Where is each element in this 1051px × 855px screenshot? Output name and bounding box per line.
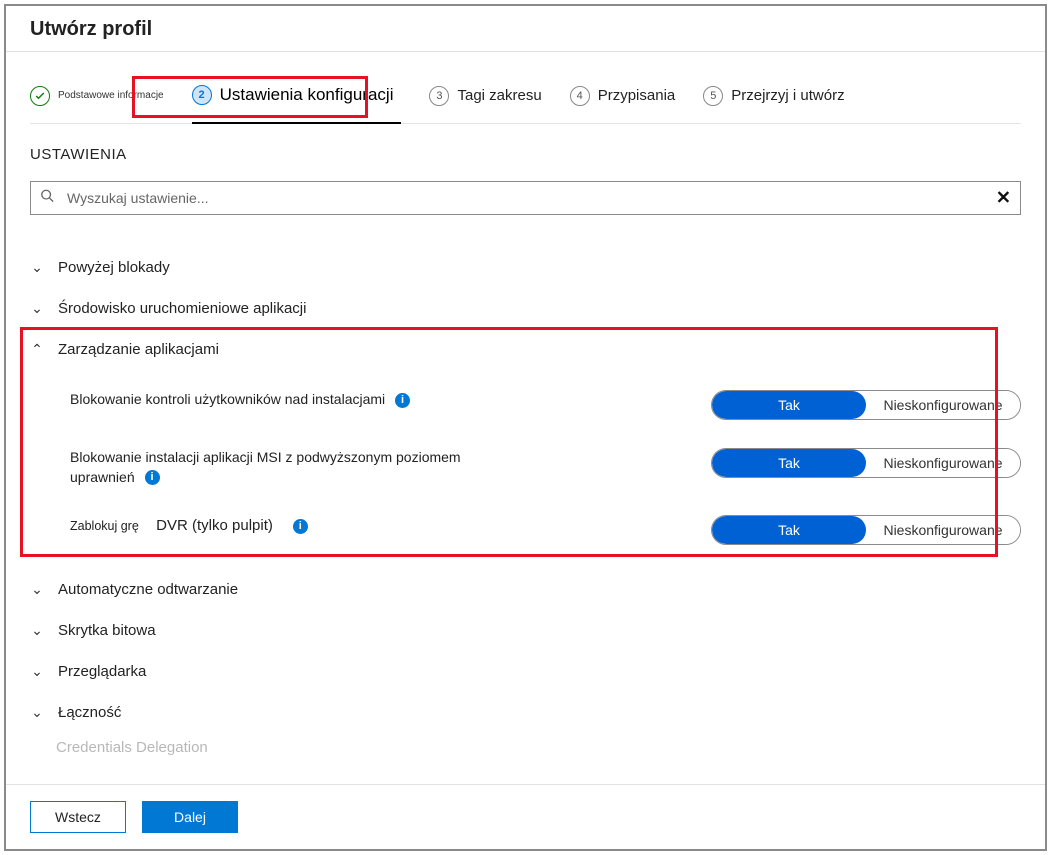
- setting-row-msi-elevated: Blokowanie instalacji aplikacji MSI z po…: [70, 434, 1021, 501]
- step-label: Ustawienia konfiguracji: [220, 85, 394, 105]
- step-number-icon: 4: [570, 86, 590, 106]
- setting-label: Blokowanie instalacji aplikacji MSI z po…: [70, 448, 500, 487]
- next-button[interactable]: Dalej: [142, 801, 238, 833]
- group-app-mgmt-block: ⌃ Zarządzanie aplikacjami Blokowanie kon…: [30, 329, 1021, 569]
- toggle-yes[interactable]: Tak: [712, 449, 866, 477]
- group-label: Łączność: [58, 704, 121, 721]
- setting-text: Blokowanie kontroli użytkowników nad ins…: [70, 391, 385, 407]
- step-review[interactable]: 5 Przejrzyj i utwórz: [703, 86, 844, 106]
- step-label: Przypisania: [598, 87, 676, 104]
- setting-text: DVR (tylko pulpit): [156, 517, 273, 534]
- group-app-runtime[interactable]: ⌄ Środowisko uruchomieniowe aplikacji: [30, 288, 1021, 329]
- group-credentials-delegation[interactable]: Credentials Delegation: [30, 733, 1021, 756]
- info-icon[interactable]: i: [145, 470, 160, 485]
- step-scope-tags[interactable]: 3 Tagi zakresu: [429, 86, 541, 106]
- group-label: Skrytka bitowa: [58, 622, 156, 639]
- search-wrap: ✕: [30, 181, 1021, 215]
- wizard-footer: Wstecz Dalej: [6, 784, 1045, 849]
- setting-text: Zablokuj grę: [70, 519, 139, 533]
- check-icon: [30, 86, 50, 106]
- toggle-not-configured[interactable]: Nieskonfigurowane: [866, 449, 1020, 477]
- create-profile-window: Utwórz profil Podstawowe informacje 2 Us…: [4, 4, 1047, 851]
- group-label: Powyżej blokady: [58, 259, 170, 276]
- step-label: Przejrzyj i utwórz: [731, 87, 844, 104]
- toggle-game-dvr: Tak Nieskonfigurowane: [711, 515, 1021, 545]
- settings-accordion: ⌄ Powyżej blokady ⌄ Środowisko uruchomie…: [30, 247, 1021, 756]
- search-input[interactable]: [30, 181, 1021, 215]
- step-assignments[interactable]: 4 Przypisania: [570, 86, 676, 106]
- chevron-down-icon: ⌄: [30, 704, 44, 721]
- chevron-down-icon: ⌄: [30, 259, 44, 276]
- toggle-user-control: Tak Nieskonfigurowane: [711, 390, 1021, 420]
- step-number-icon: 2: [192, 85, 212, 105]
- setting-row-user-control: Blokowanie kontroli użytkowników nad ins…: [70, 376, 1021, 434]
- chevron-down-icon: ⌄: [30, 581, 44, 598]
- group-app-mgmt-content: Blokowanie kontroli użytkowników nad ins…: [30, 370, 1021, 569]
- step-number-icon: 5: [703, 86, 723, 106]
- info-icon[interactable]: i: [293, 519, 308, 534]
- setting-row-block-game-dvr: Zablokuj grę DVR (tylko pulpit) i Tak Ni…: [70, 501, 1021, 559]
- toggle-not-configured[interactable]: Nieskonfigurowane: [866, 516, 1020, 544]
- section-title: USTAWIENIA: [30, 146, 1021, 163]
- page-title: Utwórz profil: [6, 6, 1045, 52]
- toggle-msi-elevated: Tak Nieskonfigurowane: [711, 448, 1021, 478]
- group-label: Automatyczne odtwarzanie: [58, 581, 238, 598]
- toggle-yes[interactable]: Tak: [712, 391, 866, 419]
- chevron-up-icon: ⌃: [30, 341, 44, 358]
- close-icon[interactable]: ✕: [996, 188, 1011, 209]
- group-above-lock[interactable]: ⌄ Powyżej blokady: [30, 247, 1021, 288]
- setting-label: Zablokuj grę DVR (tylko pulpit) i: [70, 515, 500, 536]
- chevron-down-icon: ⌄: [30, 663, 44, 680]
- setting-label: Blokowanie kontroli użytkowników nad ins…: [70, 390, 500, 410]
- group-label: Zarządzanie aplikacjami: [58, 341, 219, 358]
- chevron-down-icon: ⌄: [30, 300, 44, 317]
- wizard-steps: Podstawowe informacje 2 Ustawienia konfi…: [30, 68, 1021, 124]
- chevron-down-icon: ⌄: [30, 622, 44, 639]
- step-basics[interactable]: Podstawowe informacje: [30, 86, 164, 106]
- toggle-not-configured[interactable]: Nieskonfigurowane: [866, 391, 1020, 419]
- step-config-settings[interactable]: 2 Ustawienia konfiguracji: [192, 68, 402, 124]
- info-icon[interactable]: i: [395, 393, 410, 408]
- group-browser[interactable]: ⌄ Przeglądarka: [30, 651, 1021, 692]
- group-label: Środowisko uruchomieniowe aplikacji: [58, 300, 306, 317]
- body: Podstawowe informacje 2 Ustawienia konfi…: [6, 52, 1045, 784]
- group-label: Credentials Delegation: [56, 739, 208, 756]
- setting-text: Blokowanie instalacji aplikacji MSI z po…: [70, 449, 461, 485]
- toggle-yes[interactable]: Tak: [712, 516, 866, 544]
- group-bitlocker[interactable]: ⌄ Skrytka bitowa: [30, 610, 1021, 651]
- group-label: Przeglądarka: [58, 663, 146, 680]
- step-label: Podstawowe informacje: [58, 90, 164, 101]
- group-connectivity[interactable]: ⌄ Łączność: [30, 692, 1021, 733]
- step-number-icon: 3: [429, 86, 449, 106]
- step-label: Tagi zakresu: [457, 87, 541, 104]
- search-icon: [40, 189, 54, 208]
- group-auto-play[interactable]: ⌄ Automatyczne odtwarzanie: [30, 569, 1021, 610]
- group-app-mgmt[interactable]: ⌃ Zarządzanie aplikacjami: [30, 329, 1021, 370]
- back-button[interactable]: Wstecz: [30, 801, 126, 833]
